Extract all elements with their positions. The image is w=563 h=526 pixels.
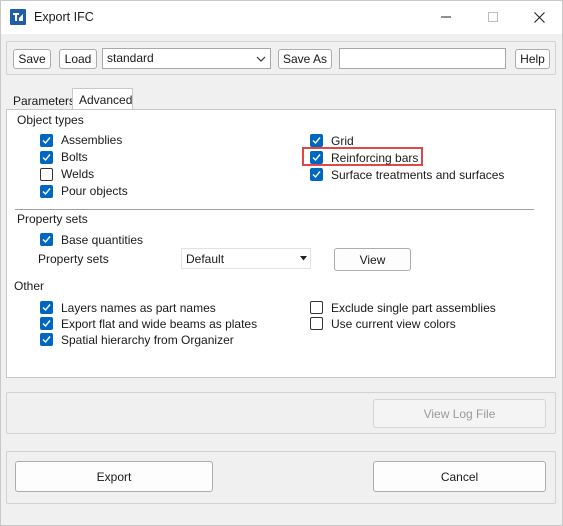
window-title: Export IFC — [34, 10, 94, 24]
surface-treatments-checkbox[interactable] — [310, 168, 323, 181]
minimize-button[interactable] — [423, 1, 469, 33]
view-button[interactable]: View — [334, 248, 411, 271]
property-sets-row-label: Property sets — [38, 252, 109, 266]
maximize-icon — [488, 12, 498, 22]
check-icon — [42, 320, 51, 328]
pour-objects-checkbox[interactable] — [40, 185, 53, 198]
spatial-hierarchy-checkbox[interactable] — [40, 333, 53, 346]
maximize-button — [470, 1, 516, 33]
check-icon — [312, 137, 321, 145]
load-button[interactable]: Load — [59, 49, 97, 69]
tekla-app-icon — [10, 9, 26, 25]
preset-value: standard — [107, 51, 154, 65]
help-button[interactable]: Help — [515, 49, 550, 69]
check-icon — [42, 304, 51, 312]
current-view-colors-label: Use current view colors — [331, 317, 456, 331]
chevron-down-icon — [256, 56, 266, 62]
check-icon — [42, 336, 51, 344]
check-icon — [42, 236, 51, 244]
check-icon — [312, 154, 321, 162]
export-ifc-dialog: Export IFC Save Load standard Save As He… — [0, 0, 563, 526]
layers-names-checkbox[interactable] — [40, 301, 53, 314]
tab-parameters[interactable]: Parameters — [13, 94, 75, 108]
assemblies-checkbox[interactable] — [40, 134, 53, 147]
surface-treatments-label: Surface treatments and surfaces — [331, 168, 505, 182]
check-icon — [42, 154, 51, 162]
grid-checkbox[interactable] — [310, 134, 323, 147]
check-icon — [312, 171, 321, 179]
reinforcing-bars-checkbox[interactable] — [310, 151, 323, 164]
current-view-colors-checkbox[interactable] — [310, 317, 323, 330]
save-as-input[interactable] — [339, 48, 506, 69]
cancel-button[interactable]: Cancel — [373, 461, 546, 492]
grid-label: Grid — [331, 134, 354, 148]
view-log-file-button: View Log File — [373, 399, 546, 428]
preset-dropdown[interactable]: standard — [102, 48, 271, 69]
property-sets-heading: Property sets — [17, 212, 88, 226]
close-button[interactable] — [516, 1, 562, 33]
flat-beams-label: Export flat and wide beams as plates — [61, 317, 258, 331]
property-sets-value: Default — [186, 252, 225, 266]
welds-checkbox[interactable] — [40, 168, 53, 181]
base-quantities-label: Base quantities — [61, 233, 144, 247]
layers-names-label: Layers names as part names — [61, 301, 216, 315]
check-icon — [42, 188, 51, 196]
bolts-label: Bolts — [61, 150, 88, 164]
property-sets-dropdown[interactable]: Default — [181, 248, 311, 269]
caret-down-icon — [300, 256, 307, 261]
section-divider — [15, 209, 534, 210]
save-as-button[interactable]: Save As — [278, 49, 332, 69]
exclude-single-part-label: Exclude single part assemblies — [331, 301, 496, 315]
flat-beams-checkbox[interactable] — [40, 317, 53, 330]
other-heading: Other — [14, 279, 45, 293]
exclude-single-part-checkbox[interactable] — [310, 301, 323, 314]
title-bar: Export IFC — [1, 1, 562, 34]
base-quantities-checkbox[interactable] — [40, 233, 53, 246]
welds-label: Welds — [61, 167, 95, 181]
reinforcing-bars-label: Reinforcing bars — [331, 151, 419, 165]
assemblies-label: Assemblies — [61, 133, 123, 147]
tab-advanced[interactable]: Advanced — [72, 88, 133, 110]
pour-objects-label: Pour objects — [61, 184, 128, 198]
object-types-heading: Object types — [17, 113, 84, 127]
bolts-checkbox[interactable] — [40, 151, 53, 164]
check-icon — [42, 137, 51, 145]
export-button[interactable]: Export — [15, 461, 213, 492]
spatial-hierarchy-label: Spatial hierarchy from Organizer — [61, 333, 234, 347]
minimize-icon — [441, 16, 451, 18]
close-icon — [533, 11, 545, 23]
save-button[interactable]: Save — [13, 49, 51, 69]
